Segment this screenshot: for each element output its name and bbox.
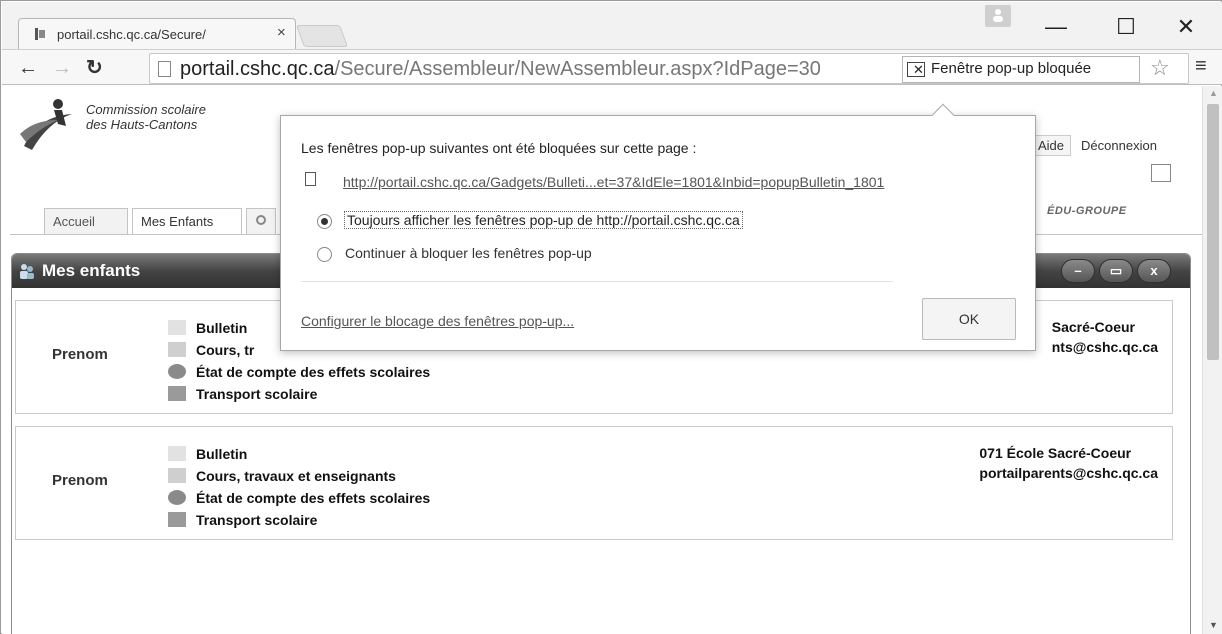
- account-statement-link[interactable]: État de compte des effets scolaires: [168, 487, 430, 509]
- panel-minimize-button[interactable]: –: [1061, 259, 1095, 283]
- link-label: Cours, tr: [196, 342, 255, 358]
- document-icon: [305, 172, 316, 186]
- browser-toolbar: ← → ↻ portail.cshc.qc.ca/Secure/Assemble…: [2, 49, 1222, 85]
- account-statement-link[interactable]: État de compte des effets scolaires: [168, 361, 430, 383]
- link-label: État de compte des effets scolaires: [196, 364, 431, 380]
- forward-arrow-icon[interactable]: →: [52, 58, 72, 78]
- gear-icon: [256, 215, 266, 225]
- child-links: Bulletin Cours, travaux et enseignants É…: [168, 443, 430, 531]
- window-minimize-button[interactable]: —: [1036, 14, 1076, 44]
- bubble-message: Les fenêtres pop-up suivantes ont été bl…: [301, 140, 697, 156]
- link-label: Cours, travaux et enseignants: [196, 468, 396, 484]
- edu-groupe-logo: ÉDU-GROUPE: [1047, 205, 1127, 217]
- bulletin-link[interactable]: Bulletin: [168, 443, 430, 465]
- browser-window: portail.cshc.qc.ca/Secure/ × — ☐ ✕ ← → ↻…: [0, 0, 1222, 634]
- window-close-button[interactable]: ✕: [1166, 14, 1206, 44]
- user-icon: [993, 9, 1003, 22]
- link-label: Bulletin: [196, 320, 248, 336]
- ok-button[interactable]: OK: [922, 298, 1016, 340]
- tab-title: portail.cshc.qc.ca/Secure/: [57, 27, 206, 42]
- school-email: portailparents@cshc.qc.ca: [979, 465, 1158, 481]
- logout-icon[interactable]: [1151, 164, 1171, 182]
- profile-avatar[interactable]: [985, 5, 1011, 27]
- bubble-divider: [301, 281, 893, 282]
- reload-icon[interactable]: ↻: [86, 58, 103, 78]
- title-bar: portail.cshc.qc.ca/Secure/ × — ☐ ✕: [2, 2, 1222, 50]
- popup-blocked-label: Fenêtre pop-up bloquée: [931, 60, 1092, 77]
- family-icon: [20, 264, 34, 279]
- school-info: Sacré-Coeur nts@cshc.qc.ca: [1052, 317, 1158, 357]
- option-block-label: Continuer à bloquer les fenêtres pop-up: [345, 245, 592, 261]
- bookmark-star-icon[interactable]: ☆: [1150, 55, 1170, 81]
- vertical-scrollbar[interactable]: ▲ ▼: [1202, 86, 1222, 634]
- school-email: nts@cshc.qc.ca: [1051, 339, 1158, 355]
- child-name: Prenom: [52, 472, 108, 489]
- logo-line-1: Commission scolaire: [86, 102, 206, 117]
- panel-close-button[interactable]: x: [1137, 259, 1171, 283]
- back-arrow-icon[interactable]: ←: [18, 58, 38, 78]
- link-label: Bulletin: [196, 446, 248, 462]
- configure-popup-blocking-link[interactable]: Configurer le blocage des fenêtres pop-u…: [301, 313, 574, 329]
- blocked-popup-link[interactable]: http://portail.cshc.qc.ca/Gadgets/Bullet…: [343, 174, 884, 190]
- url-host: portail.cshc.qc.ca: [180, 58, 335, 80]
- window-maximize-button[interactable]: ☐: [1106, 14, 1146, 44]
- tab-mes-enfants[interactable]: Mes Enfants: [132, 208, 242, 234]
- logout-link[interactable]: Déconnexion: [1075, 136, 1163, 155]
- panel-maximize-button[interactable]: ▭: [1099, 259, 1133, 283]
- child-card: Prenom Bulletin Cours, travaux et enseig…: [15, 426, 1173, 540]
- popup-blocked-chip[interactable]: Fenêtre pop-up bloquée: [902, 56, 1140, 83]
- transport-link[interactable]: Transport scolaire: [168, 509, 430, 531]
- school-name: Sacré-Coeur: [1051, 319, 1135, 335]
- school-info: 071 École Sacré-Coeur portailparents@csh…: [979, 443, 1158, 483]
- people-icon: [168, 490, 186, 505]
- logo-line-2: des Hauts-Cantons: [86, 117, 198, 132]
- url-text[interactable]: portail.cshc.qc.ca/Secure/Assembleur/New…: [180, 58, 900, 81]
- new-tab-button[interactable]: [295, 25, 349, 47]
- school-name: 071 École Sacré-Coeur: [979, 445, 1132, 461]
- radio-keep-blocking[interactable]: [317, 247, 332, 262]
- people-icon: [168, 364, 186, 379]
- popup-blocked-icon: [907, 62, 925, 77]
- bus-icon: [168, 512, 186, 527]
- scroll-down-arrow-icon[interactable]: ▼: [1209, 620, 1218, 630]
- books-icon: [168, 468, 186, 483]
- panel-title: Mes enfants: [42, 261, 141, 280]
- header-links: Aide Déconnexion: [1031, 135, 1167, 156]
- report-card-icon: [168, 446, 186, 461]
- link-label: Transport scolaire: [196, 386, 318, 402]
- site-favicon-icon: [35, 28, 45, 40]
- transport-link[interactable]: Transport scolaire: [168, 383, 430, 405]
- help-link[interactable]: Aide: [1031, 135, 1072, 156]
- link-label: Transport scolaire: [196, 512, 318, 528]
- report-card-icon: [168, 320, 186, 335]
- option-always-label: Toujours afficher les fenêtres pop-up de…: [344, 211, 743, 229]
- tab-close-icon[interactable]: ×: [277, 25, 286, 41]
- tab-accueil[interactable]: Accueil: [44, 208, 128, 234]
- link-label: État de compte des effets scolaires: [196, 490, 431, 506]
- school-board-name: Commission scolaire des Hauts-Cantons: [86, 102, 206, 132]
- scroll-up-arrow-icon[interactable]: ▲: [1209, 88, 1218, 98]
- books-icon: [168, 342, 186, 357]
- browser-tab[interactable]: portail.cshc.qc.ca/Secure/ ×: [18, 18, 296, 50]
- tab-next[interactable]: [246, 208, 276, 234]
- child-name: Prenom: [52, 346, 108, 363]
- hamburger-menu-icon[interactable]: ≡: [1195, 56, 1207, 76]
- school-board-logo: [20, 99, 72, 150]
- bus-icon: [168, 386, 186, 401]
- address-bar[interactable]: portail.cshc.qc.ca/Secure/Assembleur/New…: [149, 53, 1189, 84]
- radio-always-show[interactable]: [317, 214, 332, 229]
- scroll-thumb[interactable]: [1207, 104, 1219, 360]
- courses-link[interactable]: Cours, travaux et enseignants: [168, 465, 430, 487]
- page-icon: [158, 61, 171, 77]
- url-path: /Secure/Assembleur/NewAssembleur.aspx?Id…: [334, 58, 821, 80]
- popup-blocked-bubble: Les fenêtres pop-up suivantes ont été bl…: [280, 103, 1036, 351]
